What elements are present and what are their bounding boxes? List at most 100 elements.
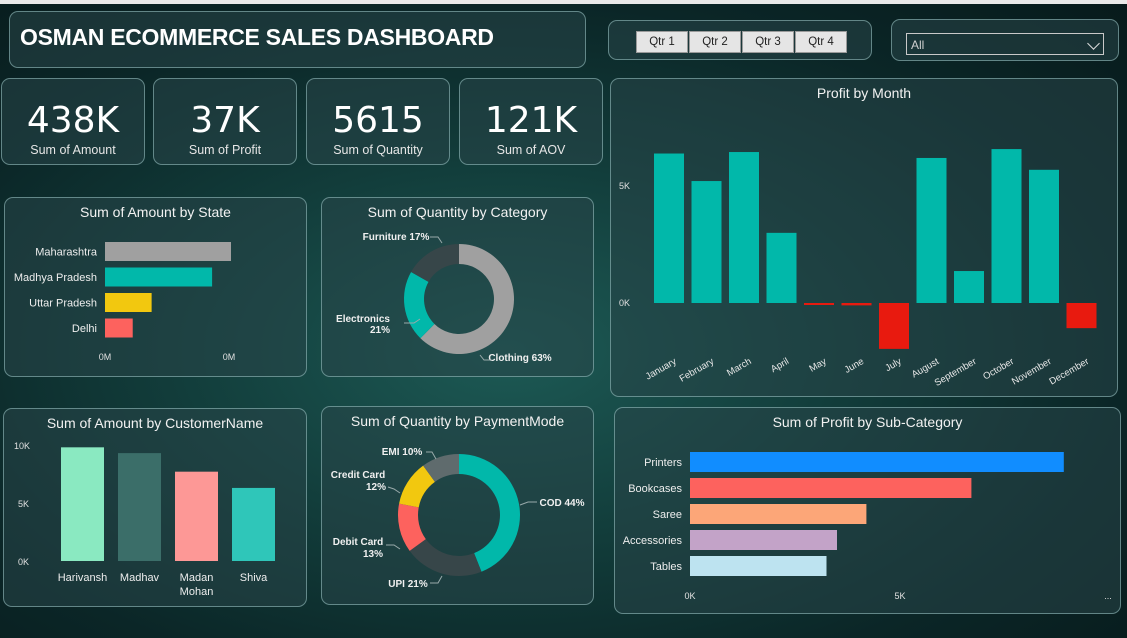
kpi-value: 121K [484, 100, 578, 141]
state-bar [105, 318, 133, 338]
month-bar [1066, 303, 1097, 329]
customer-bar [175, 471, 218, 561]
title-card: OSMAN ECOMMERCE SALES DASHBOARD [9, 11, 586, 68]
subcategory-bar [690, 530, 837, 550]
category-label: Saree [653, 509, 682, 521]
quantity-by-paymentmode-card[interactable]: Sum of Quantity by PaymentMode COD 44% UP… [321, 406, 594, 605]
kpi-card-profit[interactable]: 37K Sum of Profit [153, 78, 297, 165]
y-tick-label: 10K [14, 441, 30, 451]
data-label: COD 44% [539, 498, 584, 509]
leader-line [426, 451, 437, 460]
subcategory-bar [690, 556, 827, 576]
quantity-by-category-chart: Clothing 63% Electronics21% Furniture 17% [336, 232, 552, 364]
customer-bar [61, 447, 104, 561]
category-label: Tables [650, 561, 682, 573]
amount-by-state-chart: Maharashtra Madhya Pradesh Uttar Pradesh De… [14, 242, 236, 362]
subcategory-bar [690, 478, 972, 498]
category-label: Maharashtra [35, 247, 98, 259]
leader-line [519, 501, 537, 506]
leader-line [387, 486, 401, 494]
month-bar [916, 157, 947, 303]
month-bar [691, 181, 722, 303]
category-label: Uttar Pradesh [29, 298, 97, 310]
x-tick-label: May [807, 356, 828, 375]
leader-line [430, 236, 443, 244]
kpi-card-amount[interactable]: 438K Sum of Amount [1, 78, 145, 165]
state-bar [105, 293, 152, 312]
category-label: Printers [644, 457, 682, 469]
data-label: Electronics [336, 314, 390, 325]
overflow-marker: ... [1104, 591, 1112, 601]
qtr3-button[interactable]: Qtr 3 [742, 31, 794, 53]
y-tick-label: 0K [18, 557, 29, 567]
kpi-value: 37K [190, 100, 260, 141]
month-bar [729, 152, 759, 303]
profit-by-subcategory-card[interactable]: Sum of Profit by Sub-Category Printers Bo… [614, 407, 1121, 614]
y-tick-label: 5K [619, 181, 630, 191]
data-label: Debit Card [333, 537, 384, 548]
data-label: UPI 21% [388, 579, 428, 590]
quantity-by-category-card[interactable]: Sum of Quantity by Category Clothing 63%… [321, 197, 594, 377]
customer-bar [118, 453, 161, 561]
leader-line [430, 575, 443, 584]
subcategory-bar [690, 452, 1064, 472]
x-tick-label: November [1010, 356, 1053, 387]
x-tick-label: Madhav [120, 572, 160, 584]
x-tick-label: 0K [684, 591, 695, 601]
profit-by-month-card[interactable]: Profit by Month 5K 0K January February March… [610, 78, 1118, 397]
kpi-value: 438K [26, 100, 120, 141]
month-bar [841, 303, 872, 306]
x-tick-label: February [678, 356, 717, 385]
qtr4-button[interactable]: Qtr 4 [795, 31, 847, 53]
month-bar [804, 303, 834, 305]
profit-by-subcategory-chart: Printers Bookcases Saree Accessories Tables 0… [623, 452, 1112, 601]
filter-dropdown-value: All [911, 38, 925, 52]
kpi-label: Sum of AOV [496, 143, 566, 157]
window-top-strip [0, 0, 1127, 4]
category-label: Accessories [623, 535, 683, 547]
x-tick-label: June [843, 356, 866, 376]
kpi-card-aov[interactable]: 121K Sum of AOV [459, 78, 603, 165]
amount-by-state-card[interactable]: Sum of Amount by State Maharashtra Madhya… [4, 197, 307, 377]
category-label: Delhi [72, 323, 97, 335]
x-tick-label: April [769, 356, 791, 375]
kpi-label: Sum of Amount [30, 143, 116, 157]
amount-by-customer-chart: 10K 5K 0K Harivansh Madhav Madan Mohan Shiva [14, 441, 275, 598]
x-tick-label: September [933, 356, 979, 389]
chevron-down-icon[interactable] [1087, 37, 1100, 50]
x-tick-label: 0M [223, 352, 236, 362]
kpi-label: Sum of Quantity [333, 143, 423, 157]
profit-by-month-chart: 5K 0K January February March April May June July… [619, 149, 1097, 389]
data-label: 21% [370, 325, 390, 336]
data-label: EMI 10% [382, 447, 423, 458]
month-bar [991, 149, 1022, 303]
month-bar [1029, 169, 1059, 303]
x-tick-label: Madan [180, 572, 214, 584]
quantity-by-paymentmode-chart: COD 44% UPI 21% Debit Card13% Credit Card12… [331, 447, 585, 590]
amount-by-customer-card[interactable]: Sum of Amount by CustomerName 10K 5K 0K Har… [3, 408, 307, 607]
leader-line [386, 544, 401, 550]
qtr1-button[interactable]: Qtr 1 [636, 31, 688, 53]
x-tick-label: March [725, 356, 753, 379]
y-tick-label: 0K [619, 298, 630, 308]
x-tick-label: Mohan [180, 586, 214, 598]
x-tick-label: 0M [99, 352, 112, 362]
month-bar [879, 303, 909, 349]
x-tick-label: Harivansh [58, 572, 108, 584]
kpi-card-quantity[interactable]: 5615 Sum of Quantity [306, 78, 450, 165]
data-label: 12% [366, 482, 386, 493]
qtr2-button[interactable]: Qtr 2 [689, 31, 741, 53]
y-tick-label: 5K [18, 499, 29, 509]
data-label: Furniture 17% [363, 232, 430, 243]
category-label: Bookcases [628, 483, 682, 495]
kpi-value: 5615 [332, 100, 424, 141]
data-label: 13% [363, 549, 383, 560]
category-label: Madhya Pradesh [14, 272, 97, 284]
x-tick-label: January [644, 356, 679, 383]
x-tick-label: Shiva [240, 572, 268, 584]
month-bar [954, 271, 984, 303]
customer-bar [232, 487, 275, 561]
filter-dropdown[interactable]: All [906, 33, 1104, 55]
x-tick-label: July [883, 356, 903, 374]
donut-slice [404, 271, 435, 339]
